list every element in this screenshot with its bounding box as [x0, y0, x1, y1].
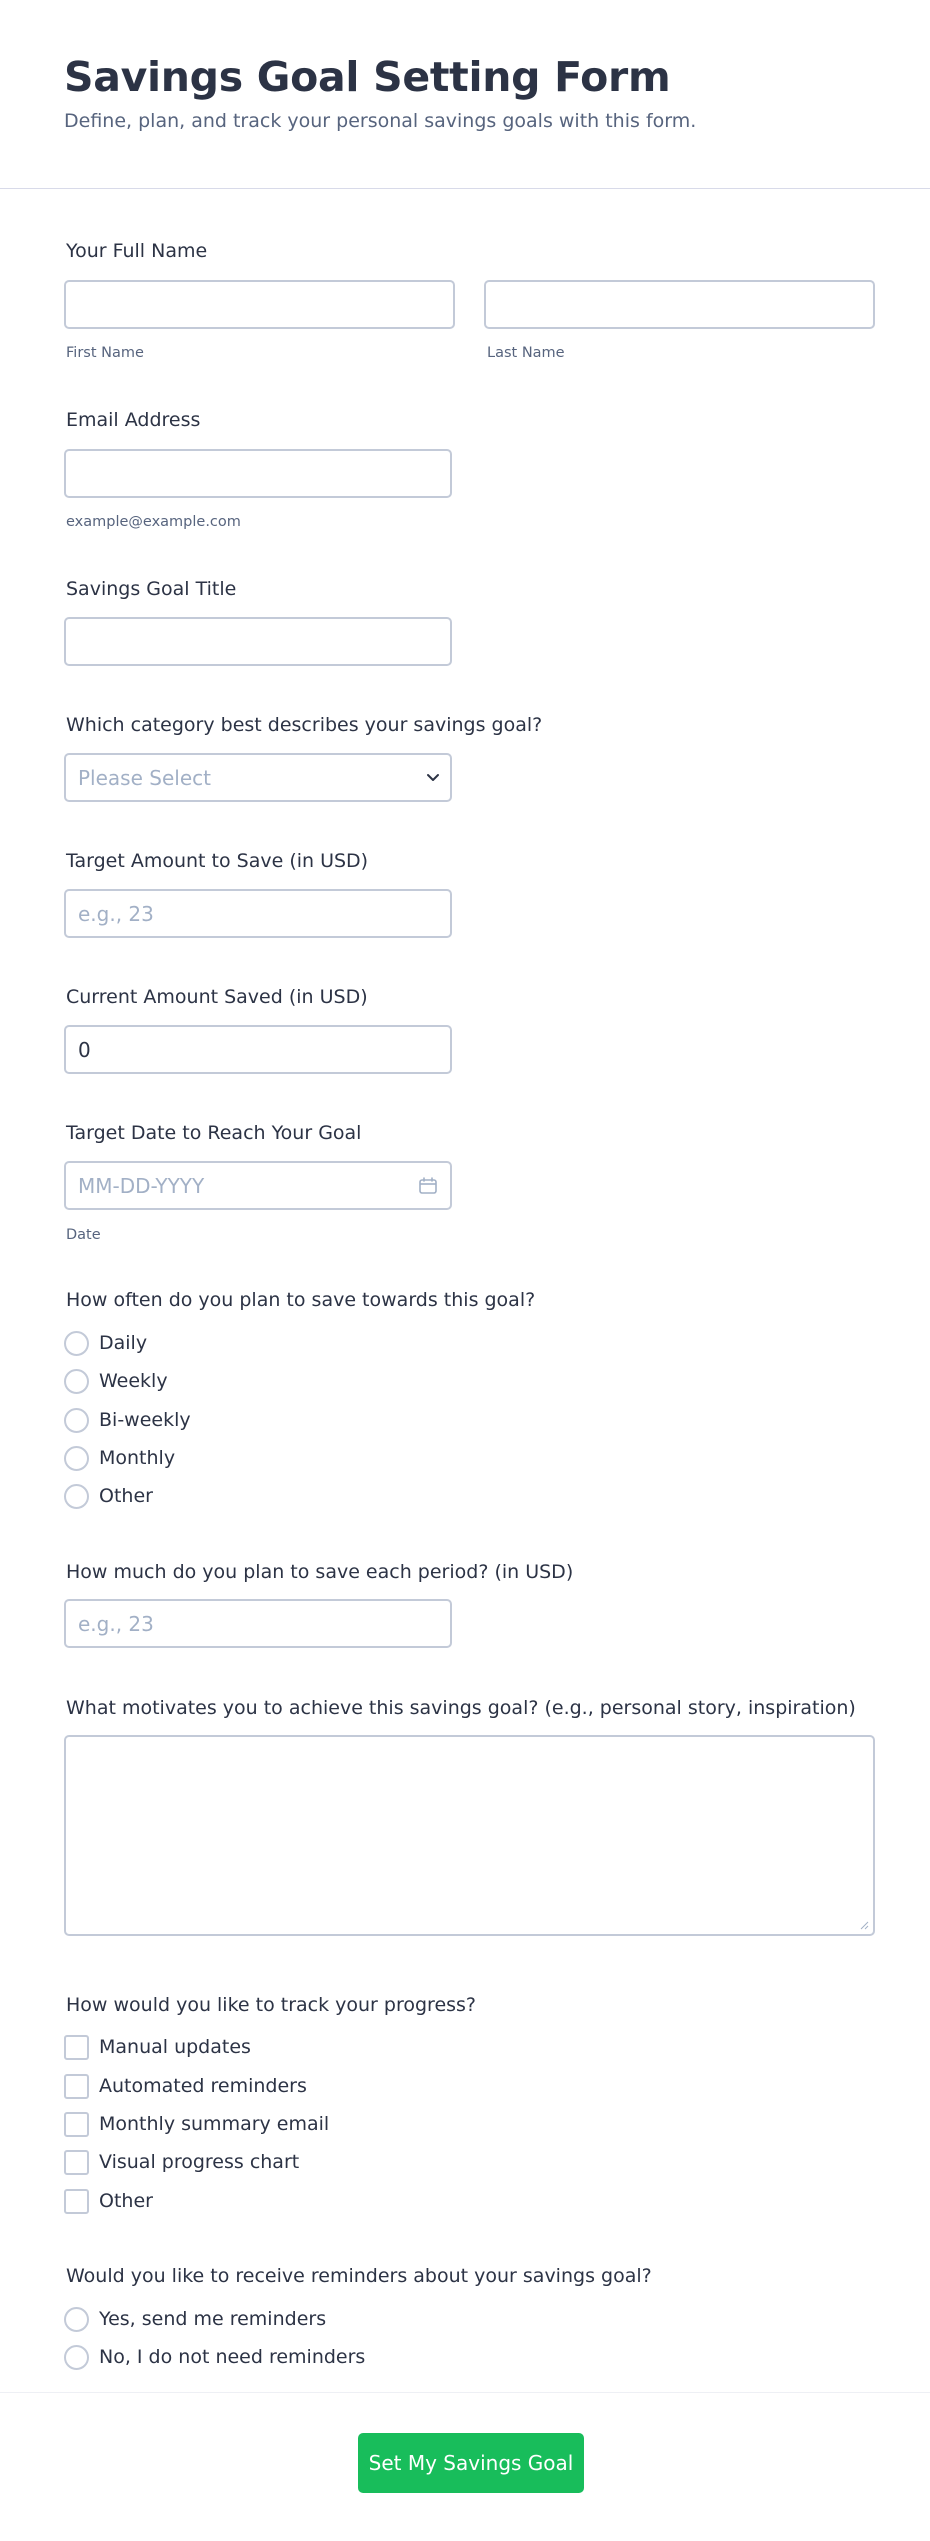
period-amount-label: How much do you plan to save each period… — [66, 1561, 574, 1583]
frequency-option-daily[interactable]: Daily — [64, 1330, 147, 1356]
last-name-sublabel: Last Name — [487, 345, 565, 361]
form-body: Your Full Name First Name Last Name Emai… — [0, 189, 930, 2389]
target-date-sublabel: Date — [66, 1227, 101, 1243]
form-subtitle: Define, plan, and track your personal sa… — [64, 110, 697, 132]
radio-button[interactable] — [64, 1407, 89, 1433]
motivation-textarea[interactable] — [64, 1735, 875, 1936]
frequency-option-other[interactable]: Other — [64, 1483, 153, 1509]
target-amount-input[interactable]: e.g., 23 — [64, 889, 452, 938]
motivation-label: What motivates you to achieve this savin… — [66, 1697, 856, 1719]
tracking-option-label: Other — [99, 2190, 153, 2212]
current-amount-label: Current Amount Saved (in USD) — [66, 986, 368, 1008]
full-name-label: Your Full Name — [66, 240, 208, 262]
frequency-option-label: Monthly — [99, 1447, 176, 1469]
email-label: Email Address — [66, 409, 201, 431]
frequency-option-weekly[interactable]: Weekly — [64, 1368, 168, 1394]
tracking-option-label: Automated reminders — [99, 2075, 307, 2097]
reminders-option-no[interactable]: No, I do not need reminders — [64, 2344, 365, 2370]
tracking-option-manual[interactable]: Manual updates — [64, 2034, 251, 2060]
chevron-down-icon — [427, 773, 439, 781]
tracking-option-label: Monthly summary email — [99, 2113, 330, 2135]
reminders-option-label: Yes, send me reminders — [99, 2308, 327, 2330]
reminders-option-yes[interactable]: Yes, send me reminders — [64, 2306, 326, 2332]
goal-title-input[interactable] — [64, 617, 452, 666]
target-amount-label: Target Amount to Save (in USD) — [66, 850, 369, 872]
submit-button[interactable]: Set My Savings Goal — [358, 2433, 584, 2493]
frequency-option-label: Daily — [99, 1332, 148, 1354]
radio-button[interactable] — [64, 1330, 89, 1356]
radio-button[interactable] — [64, 2344, 89, 2370]
target-date-input[interactable]: MM-DD-YYYY — [64, 1161, 452, 1210]
frequency-option-biweekly[interactable]: Bi-weekly — [64, 1407, 191, 1433]
target-date-placeholder: MM-DD-YYYY — [78, 1173, 205, 1198]
target-date-label: Target Date to Reach Your Goal — [66, 1122, 362, 1144]
checkbox[interactable] — [64, 2111, 89, 2137]
email-input[interactable] — [64, 449, 452, 498]
checkbox[interactable] — [64, 2188, 89, 2214]
checkbox[interactable] — [64, 2149, 89, 2175]
first-name-input[interactable] — [64, 280, 455, 329]
resize-handle-icon[interactable] — [859, 1920, 869, 1930]
frequency-label: How often do you plan to save towards th… — [66, 1289, 536, 1311]
frequency-option-label: Other — [99, 1485, 153, 1507]
tracking-option-automated[interactable]: Automated reminders — [64, 2073, 307, 2099]
category-select[interactable]: Please Select — [64, 753, 452, 802]
form-header: Savings Goal Setting Form Define, plan, … — [0, 0, 930, 189]
checkbox[interactable] — [64, 2073, 89, 2099]
radio-button[interactable] — [64, 1483, 89, 1509]
current-amount-input[interactable]: 0 — [64, 1025, 452, 1074]
frequency-option-label: Bi-weekly — [99, 1409, 191, 1431]
period-amount-input[interactable]: e.g., 23 — [64, 1599, 452, 1648]
form-title: Savings Goal Setting Form — [64, 53, 671, 101]
tracking-option-chart[interactable]: Visual progress chart — [64, 2149, 299, 2175]
category-label: Which category best describes your savin… — [66, 714, 543, 736]
tracking-option-label: Manual updates — [99, 2036, 251, 2058]
email-sublabel: example@example.com — [66, 514, 241, 530]
tracking-label: How would you like to track your progres… — [66, 1994, 477, 2016]
radio-button[interactable] — [64, 2306, 89, 2332]
form-footer: Set My Savings Goal — [0, 2392, 930, 2541]
goal-title-label: Savings Goal Title — [66, 578, 237, 600]
first-name-sublabel: First Name — [66, 345, 144, 361]
calendar-icon[interactable] — [418, 1176, 438, 1196]
tracking-option-label: Visual progress chart — [99, 2151, 300, 2173]
reminders-option-label: No, I do not need reminders — [99, 2346, 366, 2368]
frequency-option-monthly[interactable]: Monthly — [64, 1445, 175, 1471]
radio-button[interactable] — [64, 1445, 89, 1471]
checkbox[interactable] — [64, 2034, 89, 2060]
last-name-input[interactable] — [484, 280, 875, 329]
tracking-option-monthly-email[interactable]: Monthly summary email — [64, 2111, 329, 2137]
category-selected-value: Please Select — [78, 765, 211, 790]
reminders-label: Would you like to receive reminders abou… — [66, 2265, 652, 2287]
frequency-option-label: Weekly — [99, 1370, 168, 1392]
radio-button[interactable] — [64, 1368, 89, 1394]
tracking-option-other[interactable]: Other — [64, 2188, 153, 2214]
